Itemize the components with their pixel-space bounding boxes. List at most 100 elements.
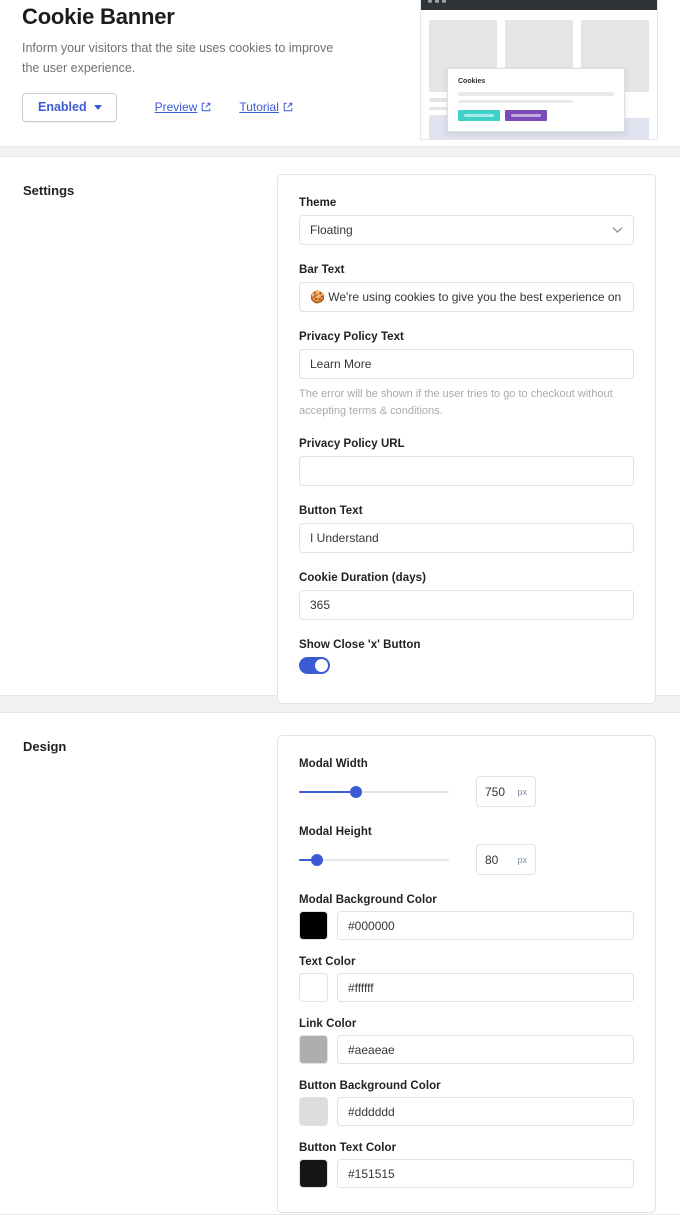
privacy-policy-url-label: Privacy Policy URL	[299, 438, 405, 450]
page-header-card: Cookie Banner Inform your visitors that …	[0, 0, 680, 147]
color-hex-input[interactable]: #aeaeae	[337, 1035, 634, 1064]
button-text-field: Button Text	[299, 505, 634, 553]
status-dropdown-button[interactable]: Enabled	[22, 93, 117, 122]
modal-width-number-box[interactable]: 750 px	[476, 776, 536, 807]
color-swatch[interactable]	[299, 911, 328, 940]
preview-link-label: Preview	[154, 100, 198, 115]
color-field-label: Button Background Color	[299, 1080, 441, 1092]
external-link-icon	[202, 103, 211, 112]
color-swatch[interactable]	[299, 1159, 328, 1188]
privacy-policy-url-field: Privacy Policy URL	[299, 438, 634, 486]
privacy-policy-url-input[interactable]	[299, 456, 634, 486]
tutorial-link-label: Tutorial	[239, 100, 279, 115]
preview-modal-line	[458, 92, 614, 96]
modal-width-field: Modal Width 750 px	[299, 758, 634, 807]
bar-text-field: Bar Text	[299, 264, 634, 312]
page-root: Cookie Banner Inform your visitors that …	[0, 0, 680, 1215]
color-hex-input[interactable]: #ffffff	[337, 973, 634, 1002]
settings-section-card: Settings Theme Bar Text Privacy Policy T…	[0, 156, 680, 704]
privacy-policy-text-field: Privacy Policy Text The error will be sh…	[299, 331, 634, 419]
theme-select-wrapper[interactable]	[299, 215, 634, 245]
button-text-input[interactable]	[299, 523, 634, 553]
toggle-knob	[315, 659, 328, 672]
modal-height-slider[interactable]	[299, 853, 449, 867]
tutorial-link[interactable]: Tutorial	[239, 100, 293, 114]
design-section-card: Design Modal Width 750 px Modal Height 8…	[0, 712, 680, 1215]
chevron-down-icon	[93, 104, 102, 110]
page-title: Cookie Banner	[22, 4, 175, 29]
show-close-button-toggle[interactable]	[299, 657, 330, 674]
modal-width-control: 750 px	[299, 776, 634, 807]
color-field-label: Button Text Color	[299, 1142, 397, 1154]
color-hex-input[interactable]: #151515	[337, 1159, 634, 1188]
color-field-label: Text Color	[299, 956, 356, 968]
modal-height-number-box[interactable]: 80 px	[476, 844, 536, 875]
theme-label: Theme	[299, 197, 337, 209]
color-field: Button Text Color #151515	[299, 1142, 634, 1188]
preview-decline-button	[505, 110, 547, 121]
design-section-title: Design	[23, 739, 67, 754]
bar-text-label: Bar Text	[299, 264, 345, 276]
color-field-row: #aeaeae	[299, 1035, 634, 1064]
slider-thumb[interactable]	[311, 853, 323, 866]
color-fields-group: Modal Background Color #000000 Text Color #…	[299, 894, 634, 1188]
cookie-duration-field: Cookie Duration (days)	[299, 572, 634, 620]
color-field-row: #000000	[299, 911, 634, 940]
preview-modal-line	[458, 99, 574, 103]
modal-width-value: 750	[485, 784, 506, 799]
external-link-icon	[283, 103, 293, 112]
color-field-label: Modal Background Color	[299, 894, 437, 906]
design-panel: Modal Width 750 px Modal Height 80 px Mo…	[277, 735, 656, 1213]
modal-height-control: 80 px	[299, 844, 634, 875]
window-dot-icon	[428, 0, 432, 3]
color-field: Text Color #ffffff	[299, 956, 634, 1002]
button-text-label: Button Text	[299, 505, 363, 517]
preview-modal-title: Cookies	[458, 78, 486, 85]
modal-width-unit: px	[517, 786, 527, 797]
header-text-block: Cookie Banner Inform your visitors that …	[22, 4, 392, 122]
cookie-duration-label: Cookie Duration (days)	[299, 572, 426, 584]
preview-page-mockup: Cookies	[421, 10, 657, 139]
settings-section-title: Settings	[23, 183, 75, 198]
color-hex-input[interactable]: #000000	[337, 911, 634, 940]
banner-preview-thumbnail[interactable]: Cookies	[420, 0, 658, 140]
modal-width-slider[interactable]	[299, 785, 449, 799]
privacy-policy-helper-text: The error will be shown if the user trie…	[299, 388, 613, 417]
color-field-label: Link Color	[299, 1018, 357, 1030]
color-field-row: #dddddd	[299, 1097, 634, 1126]
header-actions: Enabled Preview Tutorial	[22, 93, 392, 122]
preview-cookie-modal: Cookies	[447, 68, 625, 132]
color-field: Button Background Color #dddddd	[299, 1080, 634, 1126]
cookie-duration-input[interactable]	[299, 590, 634, 620]
show-close-button-field: Show Close 'x' Button	[299, 639, 634, 679]
color-field: Modal Background Color #000000	[299, 894, 634, 940]
slider-track-fill	[299, 790, 356, 793]
color-field-row: #151515	[299, 1159, 634, 1188]
color-swatch[interactable]	[299, 973, 328, 1002]
color-field-row: #ffffff	[299, 973, 634, 1002]
window-dot-icon	[442, 0, 446, 3]
modal-height-field: Modal Height 80 px	[299, 826, 634, 875]
modal-height-label: Modal Height	[299, 826, 372, 838]
color-field: Link Color #aeaeae	[299, 1018, 634, 1064]
page-subtitle: Inform your visitors that the site uses …	[22, 41, 334, 75]
preview-link[interactable]: Preview	[155, 100, 212, 114]
settings-panel: Theme Bar Text Privacy Policy Text The e…	[277, 174, 656, 704]
modal-height-value: 80	[485, 852, 499, 867]
show-close-button-label: Show Close 'x' Button	[299, 639, 421, 651]
color-swatch[interactable]	[299, 1035, 328, 1064]
status-dropdown-label: Enabled	[38, 100, 87, 115]
modal-height-unit: px	[517, 854, 527, 865]
preview-modal-buttons	[458, 110, 614, 121]
color-swatch[interactable]	[299, 1097, 328, 1126]
slider-thumb[interactable]	[350, 785, 362, 798]
color-hex-input[interactable]: #dddddd	[337, 1097, 634, 1126]
privacy-policy-text-label: Privacy Policy Text	[299, 331, 404, 343]
theme-field: Theme	[299, 197, 634, 245]
theme-select[interactable]	[299, 215, 634, 245]
bar-text-input[interactable]	[299, 282, 634, 312]
preview-browser-chrome	[421, 0, 657, 10]
modal-width-label: Modal Width	[299, 758, 368, 770]
preview-accept-button	[458, 110, 500, 121]
privacy-policy-text-input[interactable]	[299, 349, 634, 379]
